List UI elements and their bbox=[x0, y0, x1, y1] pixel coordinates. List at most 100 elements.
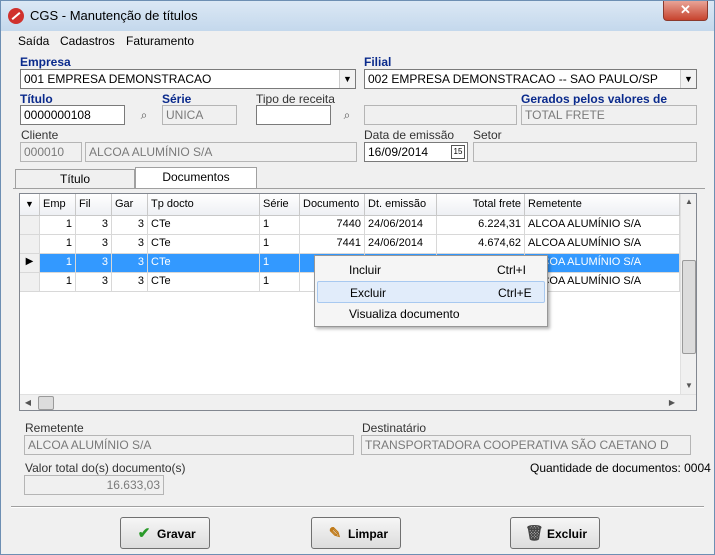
trash-icon: 🗑 bbox=[525, 525, 545, 542]
col-header-documento[interactable]: Documento bbox=[300, 194, 365, 216]
empresa-select[interactable]: 001 EMPRESA DEMONSTRACAO ▼ bbox=[20, 69, 356, 89]
excluir-label: Excluir bbox=[547, 527, 588, 541]
context-menu-incluir[interactable]: Incluir Ctrl+I bbox=[317, 259, 545, 281]
binoculars-icon[interactable]: ⌕ bbox=[337, 105, 357, 125]
horizontal-scrollbar[interactable]: ◀ ▶ bbox=[20, 394, 696, 410]
tipo-receita-label: Tipo de receita bbox=[256, 92, 335, 106]
menu-saida[interactable]: Saída bbox=[18, 34, 49, 48]
cell-remetente: ALCOA ALUMÍNIO S/A bbox=[525, 254, 680, 273]
gravar-label: Gravar bbox=[157, 527, 196, 541]
setor-field bbox=[473, 142, 697, 162]
serie-label: Série bbox=[162, 92, 192, 106]
context-menu-visualiza-documento[interactable]: Visualiza documento bbox=[317, 303, 545, 325]
row-indicator[interactable] bbox=[20, 235, 40, 254]
context-menu-label: Incluir bbox=[349, 263, 382, 277]
setor-label: Setor bbox=[473, 128, 502, 142]
tipo-receita-desc-field bbox=[364, 105, 517, 125]
cell-remetente: ALCOA ALUMÍNIO S/A bbox=[525, 216, 680, 235]
close-button[interactable]: ✕ bbox=[663, 1, 708, 21]
titulo-label: Título bbox=[20, 92, 53, 106]
cliente-name-field: ALCOA ALUMÍNIO S/A bbox=[85, 142, 357, 162]
col-header-fil[interactable]: Fil bbox=[76, 194, 112, 216]
table-row[interactable]: 1 3 3 CTe 1 7440 24/06/2014 6.224,31 ALC… bbox=[20, 216, 680, 235]
cell-documento: 7440 bbox=[300, 216, 365, 235]
eraser-icon: ✎ bbox=[328, 525, 342, 542]
cell-gar: 3 bbox=[112, 254, 148, 273]
main-window: CGS - Manutenção de títulos ✕ Saída Cada… bbox=[0, 0, 715, 555]
filial-value: 002 EMPRESA DEMONSTRACAO -- SAO PAULO/SP bbox=[368, 72, 658, 86]
cliente-label: Cliente bbox=[21, 128, 59, 142]
menu-cadastros[interactable]: Cadastros bbox=[60, 34, 115, 48]
row-indicator[interactable] bbox=[20, 273, 40, 292]
valor-total-field: 16.633,03 bbox=[24, 475, 164, 495]
titulo-field[interactable]: 0000000108 bbox=[20, 105, 125, 125]
col-header-serie[interactable]: Série bbox=[260, 194, 300, 216]
cell-dt-emissao: 24/06/2014 bbox=[365, 216, 437, 235]
row-indicator[interactable] bbox=[20, 216, 40, 235]
scroll-thumb[interactable] bbox=[682, 260, 696, 354]
excluir-button[interactable]: 🗑 Excluir bbox=[510, 517, 600, 549]
cell-serie: 1 bbox=[260, 235, 300, 254]
gravar-button[interactable]: ✔ Gravar bbox=[120, 517, 210, 549]
chevron-down-icon[interactable]: ▼ bbox=[339, 70, 355, 88]
remetente-label: Remetente bbox=[25, 421, 84, 435]
context-menu-label: Visualiza documento bbox=[349, 307, 460, 321]
cell-total-frete: 4.674,62 bbox=[437, 235, 525, 254]
col-header-remetente[interactable]: Remetente bbox=[525, 194, 680, 216]
tab-titulo[interactable]: Título bbox=[15, 169, 135, 189]
filial-label: Filial bbox=[364, 55, 392, 69]
tipo-receita-field[interactable] bbox=[256, 105, 331, 125]
col-header-total-frete[interactable]: Total frete bbox=[437, 194, 525, 216]
context-menu-label: Excluir bbox=[350, 286, 387, 300]
cell-tp-docto: CTe bbox=[148, 254, 260, 273]
vertical-scrollbar[interactable]: ▲ ▼ bbox=[680, 194, 696, 394]
limpar-button[interactable]: ✎ Limpar bbox=[311, 517, 401, 549]
scroll-down-icon[interactable]: ▼ bbox=[681, 378, 697, 394]
divider bbox=[11, 506, 704, 508]
remetente-field: ALCOA ALUMÍNIO S/A bbox=[24, 435, 354, 455]
cell-tp-docto: CTe bbox=[148, 216, 260, 235]
context-menu-shortcut: Ctrl+I bbox=[497, 263, 527, 277]
tab-documentos[interactable]: Documentos bbox=[135, 167, 257, 189]
cell-fil: 3 bbox=[76, 235, 112, 254]
valor-total-label: Valor total do(s) documento(s) bbox=[25, 461, 186, 475]
cell-emp: 1 bbox=[40, 235, 76, 254]
cell-gar: 3 bbox=[112, 216, 148, 235]
col-header-tp-docto[interactable]: Tp docto bbox=[148, 194, 260, 216]
cell-fil: 3 bbox=[76, 254, 112, 273]
cell-fil: 3 bbox=[76, 216, 112, 235]
binoculars-icon[interactable]: ⌕ bbox=[134, 105, 154, 125]
menu-faturamento[interactable]: Faturamento bbox=[126, 34, 194, 48]
chevron-down-icon[interactable]: ▼ bbox=[680, 70, 696, 88]
serie-field: UNICA bbox=[162, 105, 237, 125]
grid-menu-icon[interactable]: ▼ bbox=[20, 194, 40, 216]
cell-emp: 1 bbox=[40, 216, 76, 235]
context-menu-excluir[interactable]: Excluir Ctrl+E bbox=[317, 281, 545, 303]
data-emissao-field[interactable]: 16/09/2014 15 bbox=[364, 142, 468, 162]
cell-serie: 1 bbox=[260, 254, 300, 273]
col-header-gar[interactable]: Gar bbox=[112, 194, 148, 216]
cell-emp: 1 bbox=[40, 254, 76, 273]
cell-dt-emissao: 24/06/2014 bbox=[365, 235, 437, 254]
hscroll-thumb[interactable] bbox=[38, 396, 54, 410]
col-header-dt-emissao[interactable]: Dt. emissão bbox=[365, 194, 437, 216]
cell-remetente: ALCOA ALUMÍNIO S/A bbox=[525, 235, 680, 254]
cell-total-frete: 6.224,31 bbox=[437, 216, 525, 235]
filial-select[interactable]: 002 EMPRESA DEMONSTRACAO -- SAO PAULO/SP… bbox=[364, 69, 697, 89]
tab-panel-border bbox=[13, 188, 705, 189]
col-header-emp[interactable]: Emp bbox=[40, 194, 76, 216]
scroll-right-icon[interactable]: ▶ bbox=[664, 395, 680, 411]
current-row-arrow-icon[interactable]: ▶ bbox=[20, 254, 40, 273]
cell-fil: 3 bbox=[76, 273, 112, 292]
title-bar: CGS - Manutenção de títulos ✕ bbox=[1, 1, 714, 31]
calendar-icon[interactable]: 15 bbox=[451, 145, 465, 159]
scroll-left-icon[interactable]: ◀ bbox=[20, 395, 36, 411]
empresa-label: Empresa bbox=[20, 55, 71, 69]
scroll-up-icon[interactable]: ▲ bbox=[681, 194, 697, 210]
context-menu: Incluir Ctrl+I Excluir Ctrl+E Visualiza … bbox=[314, 255, 548, 327]
table-row[interactable]: 1 3 3 CTe 1 7441 24/06/2014 4.674,62 ALC… bbox=[20, 235, 680, 254]
menu-bar: Saída Cadastros Faturamento bbox=[1, 31, 714, 51]
limpar-label: Limpar bbox=[348, 527, 389, 541]
context-menu-shortcut: Ctrl+E bbox=[498, 286, 532, 300]
empresa-value: 001 EMPRESA DEMONSTRACAO bbox=[24, 72, 212, 86]
